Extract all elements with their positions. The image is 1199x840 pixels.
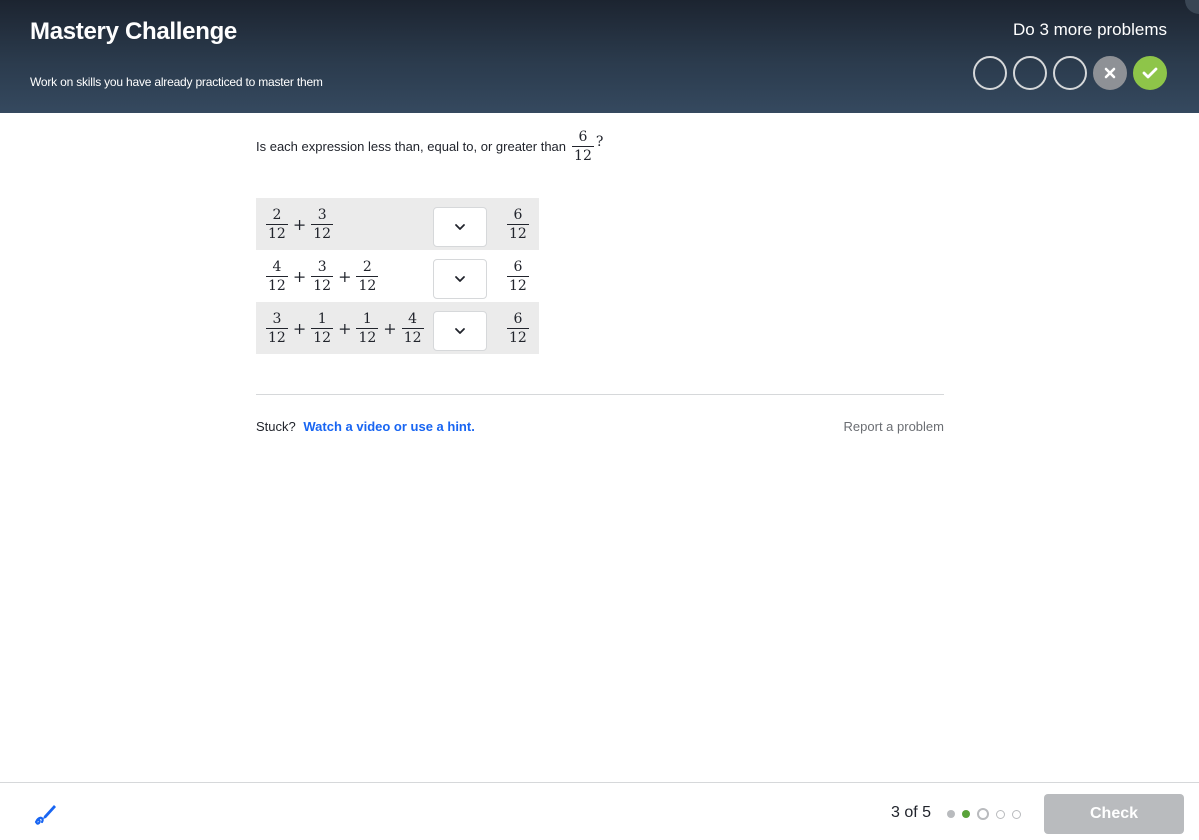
fraction-denominator: 12: [401, 327, 424, 346]
fraction-numerator: 1: [317, 310, 327, 327]
question-text: Is each expression less than, equal to, …: [256, 139, 567, 154]
fraction-numerator: 2: [362, 258, 372, 275]
fraction-numerator: 1: [362, 310, 372, 327]
fraction: 4 12: [401, 310, 424, 346]
question-prompt: Is each expression less than, equal to, …: [256, 130, 603, 163]
fraction: 1 12: [356, 310, 379, 346]
comparison-target: 6 12: [507, 198, 529, 250]
x-icon: [1104, 67, 1116, 79]
plus-sign: +: [338, 266, 352, 286]
fraction-denominator: 12: [356, 275, 379, 294]
scratchpad-pencil-icon[interactable]: [32, 800, 58, 831]
footer-bar: 3 of 5 Check: [0, 782, 1199, 840]
fraction-numerator: 6: [513, 310, 523, 327]
expression: 2 12 +3 12: [266, 198, 334, 250]
streak-dot-empty: [1013, 56, 1047, 90]
fraction-denominator: 12: [507, 327, 529, 346]
fraction-denominator: 12: [507, 275, 529, 294]
exercise-header: Mastery Challenge Work on skills you hav…: [0, 0, 1199, 113]
comparison-row: 4 12 +3 12 +2 12 6 12: [256, 250, 539, 302]
fraction-denominator: 12: [507, 223, 529, 242]
fraction: 6 12: [507, 260, 529, 293]
fraction-denominator: 12: [356, 327, 379, 346]
close-chip[interactable]: [1185, 0, 1199, 14]
fraction: 4 12: [266, 260, 288, 293]
streak-dots: [973, 56, 1167, 90]
question-mark: ?: [595, 133, 604, 150]
fraction-numerator: 2: [272, 206, 282, 223]
progress-dot-todo: [1012, 809, 1021, 819]
hint-link[interactable]: Watch a video or use a hint.: [303, 419, 474, 434]
comparison-dropdown[interactable]: [433, 259, 487, 299]
fraction-numerator: 4: [408, 310, 418, 327]
checkmark-icon: [1142, 67, 1158, 79]
fraction-numerator: 4: [272, 258, 282, 275]
comparison-dropdown[interactable]: [433, 207, 487, 247]
fraction-numerator: 6: [578, 129, 588, 145]
fraction-denominator: 12: [572, 146, 594, 164]
plus-sign: +: [338, 318, 352, 338]
fraction-numerator: 6: [513, 258, 523, 275]
chevron-down-icon: [455, 276, 465, 282]
stuck-label: Stuck?: [256, 419, 296, 434]
fraction-denominator: 12: [266, 275, 288, 294]
fraction-denominator: 12: [311, 327, 334, 346]
comparison-target: 6 12: [507, 250, 529, 302]
expression: 3 12 +1 12 +1 12 +4 12: [266, 302, 424, 354]
fraction-denominator: 12: [266, 223, 288, 242]
streak-dot-wrong: [1093, 56, 1127, 90]
target-fraction: 6 12: [572, 130, 594, 163]
divider: [256, 394, 944, 395]
progress-dot-done: [947, 810, 955, 818]
streak-dot-empty: [973, 56, 1007, 90]
fraction-numerator: 3: [317, 206, 327, 223]
page-title: Mastery Challenge: [30, 18, 237, 45]
fraction-denominator: 12: [266, 327, 288, 346]
progress-dot-todo: [996, 809, 1005, 819]
fraction: 6 12: [507, 208, 529, 241]
fraction-numerator: 3: [317, 258, 327, 275]
stuck-help: Stuck? Watch a video or use a hint.: [256, 419, 475, 434]
plus-sign: +: [292, 266, 307, 286]
fraction-numerator: 6: [513, 206, 523, 223]
fraction-numerator: 3: [272, 310, 282, 327]
comparison-table: 2 12 +3 12 6 12 4 12 +3 12 +2 12 6 12 3 12 +1 12 +1 12 +4 12 6…: [256, 198, 539, 354]
chevron-down-icon: [455, 224, 465, 230]
chevron-down-icon: [455, 328, 465, 334]
fraction: 3 12: [266, 312, 288, 345]
check-button[interactable]: Check: [1044, 794, 1184, 834]
fraction: 2 12: [266, 208, 288, 241]
progress-dot-current: [977, 808, 989, 820]
fraction: 3 12: [311, 206, 334, 242]
comparison-dropdown[interactable]: [433, 311, 487, 351]
fraction-denominator: 12: [311, 223, 334, 242]
fraction: 3 12: [311, 258, 334, 294]
fraction: 1 12: [311, 310, 334, 346]
plus-sign: +: [292, 318, 307, 338]
streak-dot-empty: [1053, 56, 1087, 90]
page-subtitle: Work on skills you have already practice…: [30, 75, 323, 89]
streak-dot-correct: [1133, 56, 1167, 90]
report-problem-link[interactable]: Report a problem: [844, 419, 944, 434]
fraction-denominator: 12: [311, 275, 334, 294]
plus-sign: +: [383, 318, 397, 338]
problems-remaining: Do 3 more problems: [1012, 20, 1167, 39]
comparison-row: 3 12 +1 12 +1 12 +4 12 6 12: [256, 302, 539, 354]
problem-progress-dots: [947, 808, 1021, 820]
progress-dot-correct: [962, 810, 970, 818]
fraction: 2 12: [356, 258, 379, 294]
comparison-row: 2 12 +3 12 6 12: [256, 198, 539, 250]
expression: 4 12 +3 12 +2 12: [266, 250, 379, 302]
problem-counter: 3 of 5: [891, 804, 932, 821]
plus-sign: +: [292, 214, 307, 234]
fraction: 6 12: [507, 312, 529, 345]
comparison-target: 6 12: [507, 302, 529, 354]
